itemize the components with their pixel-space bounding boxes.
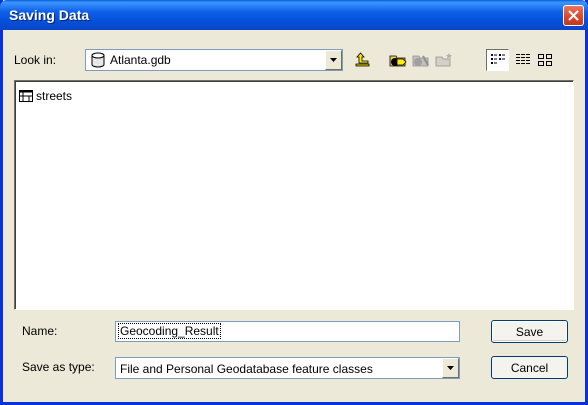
look-in-value: Atlanta.gdb (110, 53, 171, 67)
list-view-icon (490, 54, 505, 64)
feature-class-icon (19, 90, 33, 102)
disconnect-folder-button[interactable] (409, 49, 432, 71)
look-in-dropdown[interactable]: Atlanta.gdb (85, 49, 343, 71)
database-icon (91, 52, 105, 68)
file-item-label: streets (36, 89, 73, 103)
title-bar[interactable]: Saving Data (0, 0, 588, 30)
close-button[interactable] (563, 5, 584, 26)
look-in-dropdown-button[interactable] (325, 50, 342, 70)
chevron-down-icon (447, 366, 454, 370)
up-one-level-icon (355, 52, 369, 67)
save-as-type-label: Save as type: (22, 360, 95, 374)
details-view-icon (515, 54, 530, 64)
save-button-label: Save (515, 324, 544, 339)
save-as-type-value: File and Personal Geodatabase feature cl… (120, 362, 373, 376)
window-title: Saving Data (9, 7, 90, 23)
up-one-level-button[interactable] (351, 49, 374, 71)
save-button[interactable]: Save (491, 320, 568, 343)
new-folder-icon (435, 53, 452, 67)
name-field-value: Geocoding_Result (118, 323, 221, 339)
list-item[interactable]: streets (19, 88, 72, 104)
chevron-down-icon (330, 58, 337, 62)
name-label: Name: (22, 324, 58, 338)
save-as-type-dropdown[interactable]: File and Personal Geodatabase feature cl… (115, 357, 460, 379)
name-field[interactable]: Geocoding_Result (115, 321, 460, 342)
new-folder-button[interactable] (432, 49, 455, 71)
close-icon (568, 10, 579, 21)
cancel-button-label: Cancel (510, 360, 549, 375)
connect-to-folder-icon (389, 55, 407, 67)
file-list[interactable]: streets (14, 80, 574, 310)
connect-to-folder-button[interactable] (386, 49, 409, 71)
thumbnails-view-icon (537, 54, 552, 66)
save-as-type-dropdown-button[interactable] (442, 358, 459, 378)
disconnect-folder-icon (412, 55, 429, 67)
look-in-label: Look in: (14, 53, 57, 67)
cancel-button[interactable]: Cancel (491, 356, 568, 379)
list-view-button[interactable] (486, 49, 509, 71)
thumbnails-view-button[interactable] (533, 49, 556, 71)
details-view-button[interactable] (511, 49, 534, 71)
